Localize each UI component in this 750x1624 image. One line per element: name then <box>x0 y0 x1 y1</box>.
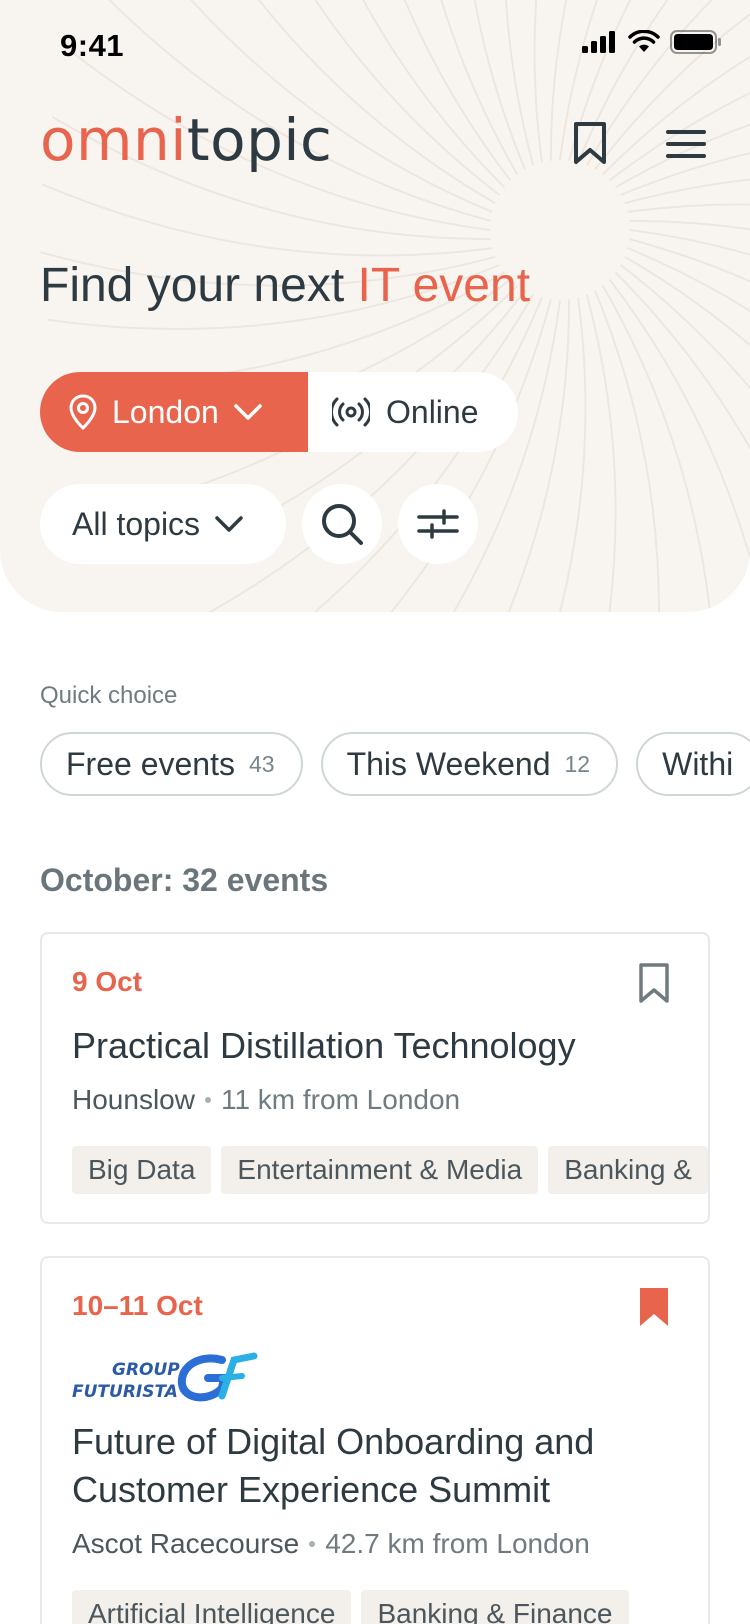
hamburger-menu-icon <box>666 130 706 158</box>
wifi-icon <box>628 30 660 52</box>
topics-dropdown[interactable]: All topics <box>40 484 286 564</box>
event-title: Practical Distillation Technology <box>72 1025 576 1066</box>
chip-within[interactable]: Withi <box>636 732 750 796</box>
decorative-ray <box>624 178 750 205</box>
event-title: Future of Digital Onboarding and Custome… <box>72 1418 692 1514</box>
omnitopic-logo[interactable]: omnitopic <box>40 106 332 174</box>
logo-part-omni: omni <box>40 106 187 174</box>
event-tag[interactable]: Big Data <box>72 1146 212 1194</box>
event-card[interactable]: 9 Oct Practical Distillation Technology … <box>40 932 710 1224</box>
event-title-line: Future of Digital Onboarding and <box>72 1421 595 1462</box>
decorative-ray <box>608 278 750 561</box>
battery-icon <box>670 30 721 54</box>
event-tag[interactable]: Banking & Finance <box>361 1590 629 1624</box>
menu-button[interactable] <box>664 122 708 166</box>
status-icons <box>582 30 722 54</box>
event-tag[interactable]: Banking & <box>548 1146 708 1194</box>
separator-dot <box>204 1097 211 1103</box>
location-label: London <box>112 393 219 430</box>
decorative-ray <box>208 294 535 612</box>
headline-text: Find your next <box>40 259 358 312</box>
location-mode-toggle: London Online <box>40 372 518 452</box>
decorative-ray <box>313 297 543 612</box>
decorative-ray <box>627 247 750 313</box>
organizer-logo: GROUP FUTURISTA <box>72 1352 258 1402</box>
chip-label: This Weekend <box>346 745 551 782</box>
quick-choice-chips: Free events 43 This Weekend 12 Withi <box>40 732 750 796</box>
event-date: 9 Oct <box>72 966 143 997</box>
decorative-ray <box>507 299 571 612</box>
chip-count: 43 <box>248 750 275 777</box>
chip-count: 12 <box>564 750 591 777</box>
topics-label: All topics <box>72 505 201 542</box>
separator-dot <box>309 1541 316 1547</box>
chip-label: Withi <box>662 745 734 782</box>
logo-part-topic: topic <box>186 106 333 174</box>
event-tag[interactable]: Entertainment & Media <box>221 1146 539 1194</box>
chevron-down-icon <box>215 516 243 532</box>
online-label: Online <box>386 393 479 430</box>
chip-this-weekend[interactable]: This Weekend 12 <box>320 732 619 796</box>
hero-headline: Find your next IT event <box>40 258 530 313</box>
events-month-heading: October: 32 events <box>40 862 329 898</box>
headline-accent: IT event <box>357 259 531 312</box>
filter-button[interactable] <box>398 484 478 564</box>
decorative-ray <box>390 299 552 612</box>
decorative-ray <box>629 238 750 283</box>
search-icon <box>322 504 363 545</box>
event-card[interactable]: 10–11 Oct GROUP FUTURISTA Future of Digi… <box>40 1256 710 1624</box>
quick-choice-label: Quick choice <box>40 682 178 709</box>
logo-text-futurista: FUTURISTA <box>72 1382 178 1402</box>
event-location: Ascot Racecourse 42.7 km from London <box>72 1528 590 1560</box>
event-tags: Artificial Intelligence Banking & Financ… <box>72 1590 629 1624</box>
event-tag[interactable]: Artificial Intelligence <box>72 1590 352 1624</box>
event-title-line: Customer Experience Summit <box>72 1469 551 1510</box>
event-bookmark-button[interactable] <box>638 1286 670 1328</box>
event-location: Hounslow 11 km from London <box>72 1084 460 1116</box>
search-button[interactable] <box>302 484 382 564</box>
event-distance: 11 km from London <box>220 1084 461 1115</box>
event-tags: Big Data Entertainment & Media Banking & <box>72 1146 708 1194</box>
broadcast-icon <box>332 397 370 427</box>
event-distance: 42.7 km from London <box>325 1528 590 1559</box>
chip-free-events[interactable]: Free events 43 <box>40 732 303 796</box>
saved-events-button[interactable] <box>568 118 612 168</box>
bookmark-filled-icon <box>640 1288 668 1326</box>
status-bar: 9:41 <box>0 0 750 92</box>
chevron-down-icon <box>234 404 262 420</box>
status-time: 9:41 <box>60 28 125 63</box>
event-date: 10–11 Oct <box>72 1290 203 1321</box>
event-place: Ascot Racecourse <box>72 1528 300 1559</box>
chip-label: Free events <box>66 745 235 782</box>
decorative-ray <box>624 255 750 347</box>
event-bookmark-button[interactable] <box>638 962 670 1004</box>
sliders-icon <box>417 509 459 539</box>
location-pin-icon <box>69 394 97 430</box>
decorative-ray <box>585 294 617 612</box>
event-place: Hounslow <box>72 1084 195 1115</box>
cellular-signal-icon <box>582 31 615 53</box>
location-select-button[interactable]: London <box>40 372 308 452</box>
decorative-ray <box>601 285 711 612</box>
bookmark-icon <box>574 122 606 164</box>
online-toggle-button[interactable]: Online <box>308 372 518 452</box>
decorative-ray <box>594 290 661 612</box>
bookmark-outline-icon <box>639 963 669 1003</box>
decorative-ray <box>614 271 750 451</box>
logo-text-group: GROUP <box>112 1360 180 1380</box>
